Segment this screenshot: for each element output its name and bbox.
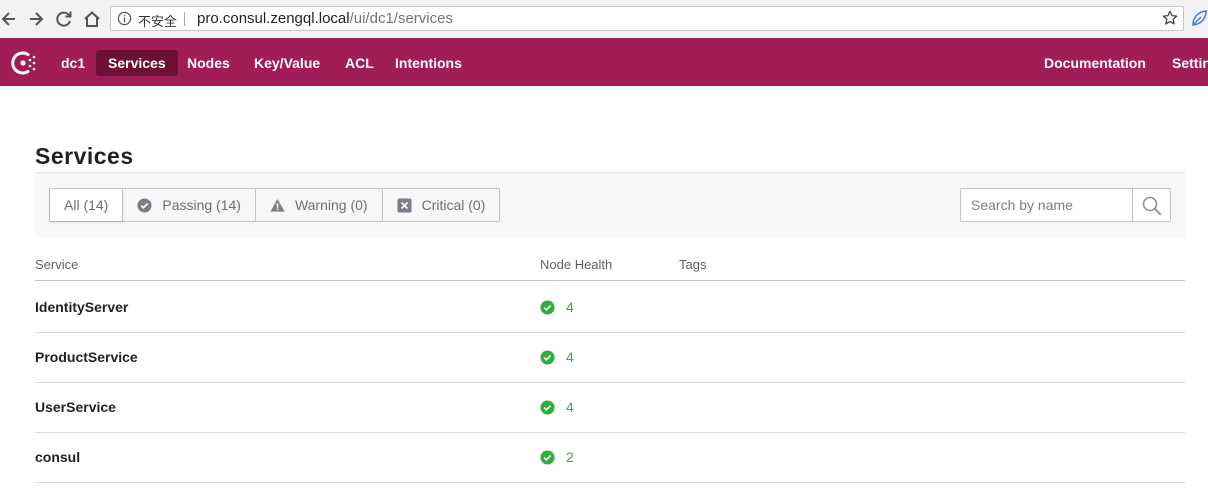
reload-icon[interactable] [53,8,75,30]
table-row[interactable]: ProductService 4 [35,332,1185,383]
passing-count: 4 [566,299,574,315]
back-arrow-icon[interactable] [0,8,20,30]
nav-acl[interactable]: ACL [333,50,386,76]
datacenter-selector[interactable]: dc1 [49,50,97,76]
filter-critical-label: Critical (0) [421,197,486,213]
services-table-header: Service Node Health Tags [35,250,1185,281]
table-row[interactable]: UserService 4 [35,382,1185,433]
filter-critical[interactable]: Critical (0) [383,189,500,221]
warning-icon [270,198,285,212]
home-icon[interactable] [81,8,103,30]
url-text[interactable]: pro.consul.zengql.local/ui/dc1/services [197,10,453,27]
filter-warning[interactable]: Warning (0) [256,189,383,221]
address-bar[interactable]: 不安全 pro.consul.zengql.local/ui/dc1/servi… [110,6,1184,31]
nav-key-value[interactable]: Key/Value [242,50,332,76]
info-icon[interactable] [117,11,132,26]
nav-settings[interactable]: Settin [1160,50,1208,76]
service-name[interactable]: ProductService [35,349,138,365]
filter-passing[interactable]: Passing (14) [123,189,256,221]
filter-warning-label: Warning (0) [294,197,368,213]
service-name[interactable]: IdentityServer [35,299,128,315]
column-service: Service [35,257,79,272]
table-row[interactable]: IdentityServer 4 [35,282,1185,333]
column-tags: Tags [679,257,707,272]
top-navigation: dc1 Services Nodes Key/Value ACL Intenti… [0,38,1208,86]
column-node-health: Node Health [540,257,613,272]
consul-logo-icon[interactable] [9,49,39,77]
page-title: Services [35,143,134,169]
nav-documentation[interactable]: Documentation [1032,50,1158,76]
service-name[interactable]: UserService [35,399,116,415]
omnibox-divider [184,12,185,26]
bookmark-star-icon[interactable] [1161,9,1179,27]
search-divider [1132,189,1133,221]
health-filter-group: All (14) Passing (14) Warning (0) Critic… [49,188,501,222]
x-square-icon [397,197,412,213]
security-label: 不安全 [138,14,178,29]
check-circle-icon [540,349,555,365]
url-host: pro.consul.zengql.local [197,10,350,27]
node-health: 2 [540,449,574,465]
filter-all[interactable]: All (14) [50,189,124,221]
nav-services[interactable]: Services [96,50,178,76]
url-path: /ui/dc1/services [349,10,453,27]
passing-count: 4 [566,399,574,415]
node-health: 4 [540,349,574,365]
filter-passing-label: Passing (14) [162,197,241,213]
nav-intentions[interactable]: Intentions [383,50,474,76]
search-box [960,188,1171,222]
table-row[interactable]: consul 2 [35,432,1185,483]
node-health: 4 [540,399,574,415]
browser-toolbar: 不安全 pro.consul.zengql.local/ui/dc1/servi… [0,0,1208,38]
filter-all-label: All (14) [64,197,109,213]
check-circle-icon [540,299,555,315]
extension-leaf-icon[interactable] [1190,8,1208,28]
check-circle-icon [540,449,555,465]
check-circle-icon [137,197,152,213]
node-health: 4 [540,299,574,315]
passing-count: 4 [566,349,574,365]
passing-count: 2 [566,449,574,465]
filter-bar: All (14) Passing (14) Warning (0) Critic… [35,172,1185,237]
check-circle-icon [540,399,555,415]
service-name[interactable]: consul [35,449,80,465]
search-icon[interactable] [1141,195,1163,217]
forward-arrow-icon[interactable] [25,8,47,30]
search-input[interactable] [961,189,1132,221]
nav-nodes[interactable]: Nodes [175,50,242,76]
